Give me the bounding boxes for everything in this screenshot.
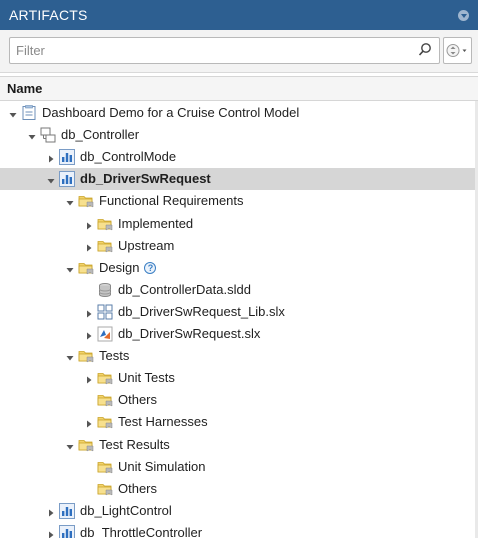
tree-item-label: Dashboard Demo for a Cruise Control Mode… bbox=[42, 105, 300, 120]
tree-item-label: db_ControllerData.sldd bbox=[118, 281, 251, 297]
tree-row[interactable]: Implemented bbox=[0, 213, 478, 235]
folder-icon bbox=[78, 193, 94, 209]
collapse-arrow-icon[interactable] bbox=[46, 528, 56, 538]
model-icon bbox=[59, 171, 75, 188]
tree-row[interactable]: Unit Simulation bbox=[0, 456, 478, 478]
tree-row[interactable]: db_DriverSwRequest_Lib.slx bbox=[0, 301, 478, 323]
collapse-arrow-icon[interactable] bbox=[84, 241, 94, 252]
tree-row[interactable]: Others bbox=[0, 389, 478, 411]
panel-title: ARTIFACTS bbox=[9, 7, 88, 23]
sort-icon bbox=[446, 44, 467, 57]
filter-input[interactable] bbox=[10, 38, 410, 63]
folder-icon bbox=[97, 459, 113, 475]
chevron-down-icon bbox=[462, 49, 467, 52]
tree-item-label: db_ControlMode bbox=[80, 149, 177, 165]
collapse-arrow-icon[interactable] bbox=[84, 219, 94, 229]
tree-item-label: Tests bbox=[99, 348, 130, 364]
data-dictionary-icon bbox=[97, 282, 113, 298]
project-icon bbox=[21, 105, 37, 121]
collapse-arrow-icon[interactable] bbox=[46, 152, 56, 163]
tree-row[interactable]: Design? bbox=[0, 257, 478, 279]
expand-arrow-icon[interactable] bbox=[65, 196, 75, 206]
hierarchy-icon bbox=[40, 127, 56, 143]
folder-icon bbox=[97, 216, 113, 232]
tree-row[interactable]: db_ThrottleController bbox=[0, 522, 478, 538]
tree-row[interactable]: Test Harnesses bbox=[0, 411, 478, 433]
library-icon bbox=[97, 304, 113, 320]
simulink-model-icon bbox=[97, 326, 113, 342]
folder-icon bbox=[78, 348, 94, 364]
folder-icon bbox=[97, 238, 113, 254]
expand-arrow-icon[interactable] bbox=[8, 108, 18, 118]
tree-row[interactable]: db_ControllerData.sldd bbox=[0, 279, 478, 301]
search-icon[interactable] bbox=[417, 42, 433, 58]
tree-item-label: Implemented bbox=[118, 215, 194, 231]
tree-item-label: Upstream bbox=[118, 237, 175, 253]
tree-row[interactable]: db_DriverSwRequest.slx bbox=[0, 323, 478, 345]
tree-row[interactable]: Test Results bbox=[0, 434, 478, 456]
collapse-arrow-icon[interactable] bbox=[84, 307, 94, 318]
model-icon bbox=[59, 149, 75, 166]
tree-row[interactable]: db_Controller bbox=[0, 124, 478, 146]
expand-arrow-icon[interactable] bbox=[27, 130, 37, 140]
tree-item-label: Others bbox=[118, 392, 158, 408]
tree-item-label: db_DriverSwRequest_Lib.slx bbox=[118, 303, 285, 319]
panel-menu-icon[interactable] bbox=[458, 10, 469, 21]
model-icon bbox=[59, 524, 75, 538]
sort-dropdown-button[interactable] bbox=[443, 37, 472, 64]
folder-icon bbox=[78, 260, 94, 276]
tree-item-label: Unit Tests bbox=[118, 370, 175, 386]
help-icon[interactable]: ? bbox=[144, 261, 157, 274]
tree-row[interactable]: Dashboard Demo for a Cruise Control Mode… bbox=[0, 102, 478, 124]
tree-item-label: Functional Requirements bbox=[99, 193, 244, 209]
collapse-arrow-icon[interactable] bbox=[84, 373, 94, 384]
tree-item-label: db_DriverSwRequest.slx bbox=[118, 326, 261, 341]
folder-icon bbox=[78, 437, 94, 453]
collapse-arrow-icon[interactable] bbox=[46, 506, 56, 517]
tree-item-label: db_DriverSwRequest bbox=[80, 171, 211, 187]
tree-item-label: Test Harnesses bbox=[118, 414, 208, 430]
model-icon bbox=[59, 502, 75, 519]
tree-row[interactable]: Functional Requirements bbox=[0, 190, 478, 212]
column-header-name[interactable]: Name bbox=[0, 76, 478, 101]
tree-item-label: Others bbox=[118, 480, 158, 496]
tree-item-label: db_ThrottleController bbox=[80, 524, 203, 538]
filter-box bbox=[9, 37, 440, 64]
tree-item-label: db_Controller bbox=[61, 127, 140, 143]
folder-icon bbox=[97, 481, 113, 497]
expand-arrow-icon[interactable] bbox=[65, 263, 75, 273]
folder-icon bbox=[97, 370, 113, 386]
folder-icon bbox=[97, 392, 113, 408]
tree-row[interactable]: Others bbox=[0, 478, 478, 500]
filter-toolbar bbox=[0, 30, 478, 73]
tree-item-label: Design? bbox=[99, 260, 157, 275]
artifacts-panel-header: ARTIFACTS bbox=[0, 0, 478, 30]
tree-row[interactable]: db_DriverSwRequest bbox=[0, 168, 478, 191]
tree-item-label: Test Results bbox=[99, 436, 170, 452]
expand-arrow-icon[interactable] bbox=[65, 351, 75, 361]
collapse-arrow-icon[interactable] bbox=[84, 417, 94, 428]
folder-icon bbox=[97, 414, 113, 430]
tree-row[interactable]: Unit Tests bbox=[0, 367, 478, 389]
tree-row[interactable]: Upstream bbox=[0, 235, 478, 257]
expand-arrow-icon[interactable] bbox=[65, 440, 75, 450]
tree-item-label: Unit Simulation bbox=[118, 458, 206, 474]
expand-arrow-icon[interactable] bbox=[46, 174, 56, 184]
tree-row[interactable]: Tests bbox=[0, 345, 478, 367]
tree-row[interactable]: db_LightControl bbox=[0, 500, 478, 522]
tree-row[interactable]: db_ControlMode bbox=[0, 146, 478, 168]
collapse-arrow-icon[interactable] bbox=[84, 329, 94, 340]
tree-item-label: db_LightControl bbox=[80, 502, 172, 518]
